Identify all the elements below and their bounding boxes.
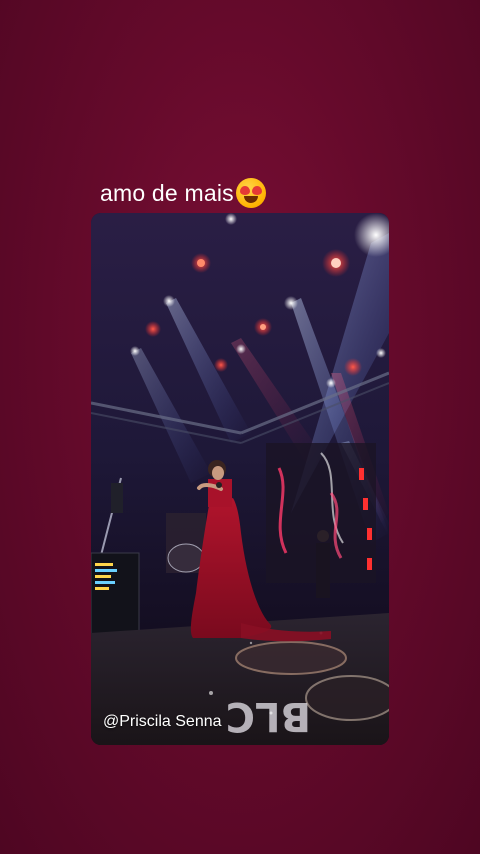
svg-text:BLC: BLC — [226, 693, 311, 739]
heart-eyes-emoji-icon — [235, 178, 266, 208]
concert-stage-photo: BLC — [91, 213, 389, 745]
caption-text: amo de mais — [100, 179, 234, 206]
credit-label: @Priscila Senna — [103, 713, 222, 730]
story-caption: amo de mais — [100, 175, 266, 211]
story-media-card[interactable]: BLC @Priscila Senna — [91, 213, 389, 745]
